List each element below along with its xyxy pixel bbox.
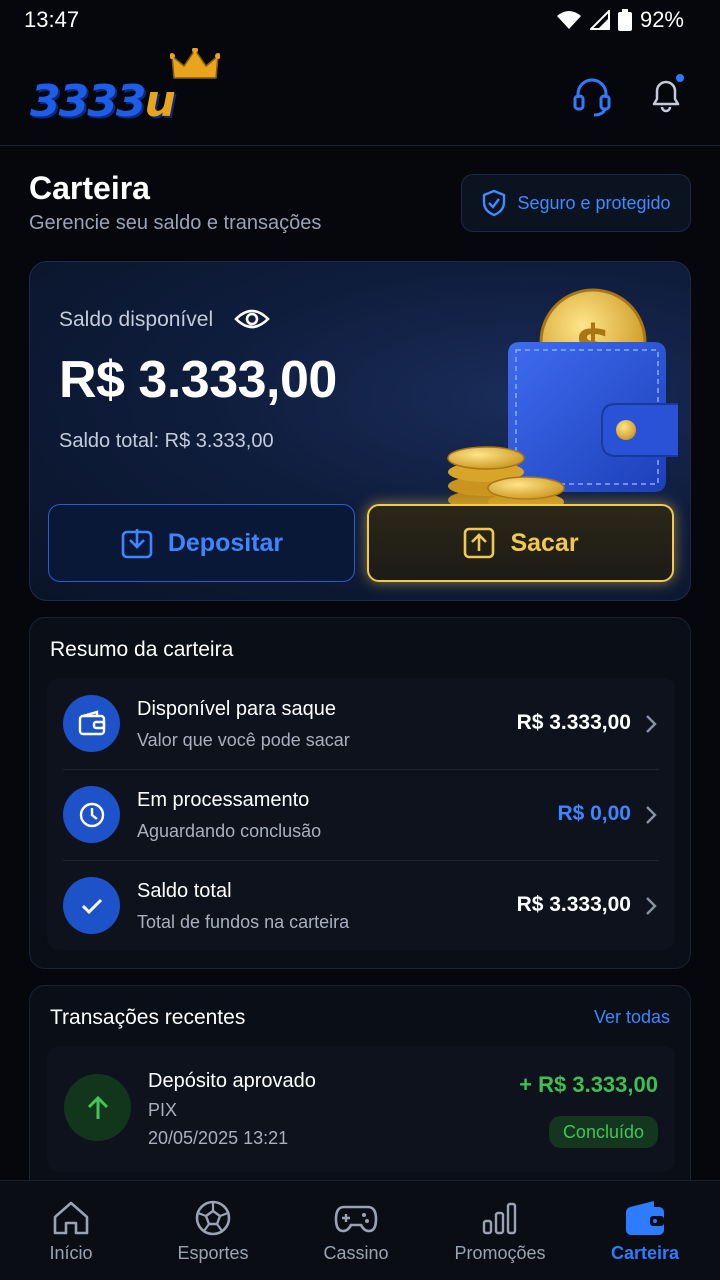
row-title: Saldo total xyxy=(137,880,232,902)
bottom-nav: Início Esportes Cassino Promoções Cartei… xyxy=(0,1180,720,1280)
withdraw-label: Sacar xyxy=(510,528,579,557)
balance-label: Saldo disponível xyxy=(59,308,214,331)
page-subtitle: Gerencie seu saldo e transações xyxy=(29,212,322,234)
bar-chart-icon xyxy=(482,1202,517,1235)
eye-icon[interactable] xyxy=(234,304,270,334)
page-title: Carteira xyxy=(29,170,150,206)
deposit-button[interactable]: Depositar xyxy=(48,504,355,582)
transactions-title: Transações recentes xyxy=(50,1006,246,1029)
chevron-right-icon xyxy=(646,806,657,824)
secure-label: Seguro e protegido xyxy=(517,192,671,213)
chevron-right-icon xyxy=(646,715,657,733)
transaction-item[interactable]: Depósito aprovado PIX 20/05/2025 13:21 +… xyxy=(47,1046,675,1172)
transaction-method: PIX xyxy=(148,1100,178,1120)
status-bar: 13:47 92% xyxy=(0,0,720,40)
balance-card: Saldo disponível R$ 3.333,00 Saldo total… xyxy=(29,261,691,601)
support-button[interactable] xyxy=(570,74,614,118)
balance-total: Saldo total: R$ 3.333,00 xyxy=(59,430,274,452)
balance-value: R$ 3.333,00 xyxy=(59,351,337,409)
row-title: Em processamento xyxy=(137,789,310,811)
home-icon xyxy=(53,1201,89,1235)
transaction-amount: + R$ 3.333,00 xyxy=(519,1072,658,1097)
crown-icon xyxy=(170,48,220,79)
nav-label: Esportes xyxy=(177,1243,249,1263)
shield-check-icon xyxy=(483,189,506,217)
row-title: Disponível para saque xyxy=(137,698,337,720)
see-all-link[interactable]: Ver todas xyxy=(594,1007,670,1028)
gamepad-icon xyxy=(334,1205,378,1233)
wallet-icon xyxy=(626,1201,664,1235)
chevron-right-icon xyxy=(646,897,657,915)
nav-item-wallet[interactable]: Carteira xyxy=(575,1181,715,1280)
status-badge: Concluído xyxy=(548,1116,658,1148)
nav-label: Carteira xyxy=(610,1243,680,1263)
upload-icon xyxy=(464,527,495,559)
nav-item-promotions[interactable]: Promoções xyxy=(430,1181,570,1280)
row-subtitle: Total de fundos na carteira xyxy=(137,912,350,932)
nav-item-casino[interactable]: Cassino xyxy=(286,1181,426,1280)
logo-wordmark: 3333u xyxy=(30,76,176,127)
status-icons: 92% xyxy=(556,7,684,33)
headset-icon xyxy=(573,78,611,117)
summary-title: Resumo da carteira xyxy=(50,638,234,661)
row-icon-wrap xyxy=(63,877,120,934)
brand-logo[interactable]: 3333u xyxy=(30,48,230,128)
row-icon-wrap xyxy=(63,786,120,843)
withdraw-button[interactable]: Sacar xyxy=(367,504,674,582)
nav-item-home[interactable]: Início xyxy=(1,1181,141,1280)
secure-badge: Seguro e protegido xyxy=(461,174,691,232)
status-time: 13:47 xyxy=(24,7,80,32)
wifi-icon xyxy=(556,11,581,29)
summary-row-available[interactable]: Disponível para saque Valor que você pod… xyxy=(47,678,675,768)
nav-label: Cassino xyxy=(323,1243,389,1263)
arrow-up-icon xyxy=(87,1095,108,1119)
recent-transactions-card: Transações recentes Ver todas Depósito a… xyxy=(29,985,691,1195)
deposit-label: Depositar xyxy=(167,528,284,557)
clock-icon xyxy=(79,802,104,827)
nav-label: Promoções xyxy=(454,1243,546,1263)
app-header: 3333u xyxy=(0,40,720,146)
wallet-icon xyxy=(78,709,105,735)
tx-icon-wrap xyxy=(64,1074,131,1141)
wallet-summary-card: Resumo da carteira Disponível para saque… xyxy=(29,617,691,969)
row-value: R$ 3.333,00 xyxy=(516,893,631,916)
battery-icon xyxy=(617,9,632,31)
notification-dot xyxy=(674,72,686,84)
signal-icon xyxy=(589,10,610,30)
nav-label: Início xyxy=(49,1243,93,1263)
download-icon xyxy=(121,529,153,559)
transaction-name: Depósito aprovado xyxy=(148,1070,316,1092)
summary-list: Disponível para saque Valor que você pod… xyxy=(47,678,675,950)
battery-level: 92% xyxy=(639,7,684,32)
row-value: R$ 3.333,00 xyxy=(516,711,631,734)
check-icon xyxy=(81,898,102,914)
row-value: R$ 0,00 xyxy=(557,802,631,825)
nav-item-sports[interactable]: Esportes xyxy=(143,1181,283,1280)
row-icon-wrap xyxy=(63,695,120,752)
row-subtitle: Aguardando conclusão xyxy=(137,821,322,841)
summary-row-processing[interactable]: Em processamento Aguardando conclusão R$… xyxy=(47,769,675,859)
wallet-illustration: $ xyxy=(447,288,678,512)
transaction-date: 20/05/2025 13:21 xyxy=(148,1128,289,1148)
notifications-button[interactable] xyxy=(644,72,688,116)
summary-row-total[interactable]: Saldo total Total de fundos na carteira … xyxy=(47,860,675,950)
row-subtitle: Valor que você pode sacar xyxy=(137,730,350,750)
soccer-ball-icon xyxy=(195,1200,231,1236)
